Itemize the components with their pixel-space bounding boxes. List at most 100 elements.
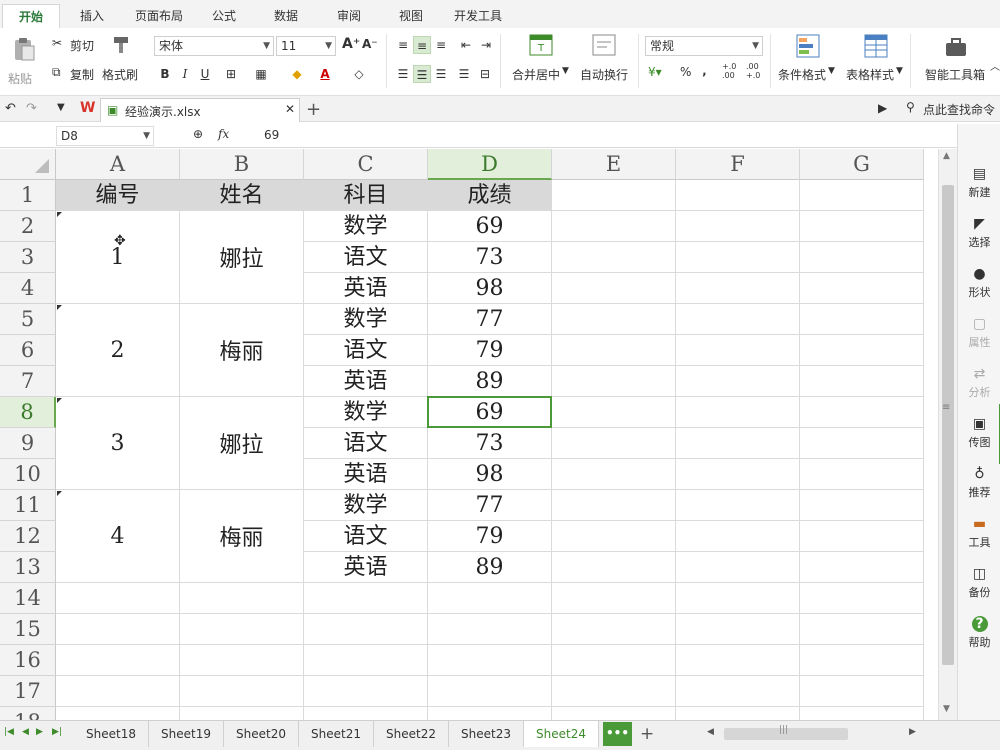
merged-name-cell[interactable]: 娜拉: [180, 397, 304, 490]
grid-cell[interactable]: [800, 676, 924, 707]
row-header-5[interactable]: 5: [0, 304, 56, 335]
merge-center-icon[interactable]: T: [529, 34, 553, 56]
panel-item-9[interactable]: ? 帮助: [958, 616, 1000, 650]
scroll-right-icon[interactable]: ▶: [909, 727, 916, 737]
grid-cell[interactable]: [800, 521, 924, 552]
row-header-9[interactable]: 9: [0, 428, 56, 459]
row-header-7[interactable]: 7: [0, 366, 56, 397]
grid-cell[interactable]: [552, 242, 676, 273]
sheet-tab-sheet24[interactable]: Sheet24: [524, 721, 599, 747]
merged-id-cell[interactable]: 4: [56, 490, 180, 583]
grid-cell[interactable]: [800, 459, 924, 490]
align-right-icon[interactable]: ☰: [432, 65, 450, 83]
grid-cell[interactable]: [552, 273, 676, 304]
merged-name-cell[interactable]: 梅丽: [180, 490, 304, 583]
font-size-select[interactable]: 11 ▼: [276, 36, 336, 56]
grid-cell[interactable]: [800, 428, 924, 459]
grid-cell[interactable]: [676, 273, 800, 304]
document-tab[interactable]: ▣ 经验演示.xlsx ✕: [100, 98, 300, 122]
grid-cell[interactable]: [552, 490, 676, 521]
grid-cell[interactable]: [56, 676, 180, 707]
conditional-format-icon[interactable]: [796, 34, 820, 58]
merged-name-cell[interactable]: 梅丽: [180, 304, 304, 397]
grid-cell[interactable]: [180, 614, 304, 645]
grid-cell[interactable]: [552, 366, 676, 397]
wrap-text-button[interactable]: 自动换行: [580, 66, 628, 83]
font-color-icon[interactable]: A: [316, 65, 334, 83]
merged-id-cell[interactable]: 2: [56, 304, 180, 397]
grid-cell[interactable]: [552, 583, 676, 614]
row-header-18[interactable]: 18: [0, 707, 56, 720]
grid-cell[interactable]: [676, 180, 800, 211]
align-center-icon[interactable]: ☰: [413, 65, 431, 83]
grid-cell[interactable]: [552, 645, 676, 676]
grid-cell[interactable]: [552, 521, 676, 552]
grid-cell[interactable]: [552, 180, 676, 211]
grid-cell[interactable]: [552, 428, 676, 459]
grid-cell[interactable]: [56, 707, 180, 720]
grid-cell[interactable]: [800, 180, 924, 211]
function-button[interactable]: fx: [218, 127, 229, 141]
font-name-select[interactable]: 宋体 ▼: [154, 36, 274, 56]
grid-cell[interactable]: [676, 304, 800, 335]
grid-cell[interactable]: [56, 583, 180, 614]
panel-item-1[interactable]: ◤ 选择: [958, 216, 1000, 250]
chevron-down-icon[interactable]: ▼: [562, 66, 569, 76]
fill-color-icon[interactable]: ◆: [288, 65, 306, 83]
scissors-icon[interactable]: ✂: [52, 36, 62, 50]
sheet-tab-sheet20[interactable]: Sheet20: [224, 721, 299, 747]
vertical-scrollbar[interactable]: ▲ ≡ ▼: [938, 149, 957, 720]
table-style-button[interactable]: 表格样式: [846, 66, 894, 83]
grid-cell[interactable]: [800, 707, 924, 720]
last-sheet-icon[interactable]: ▶|: [52, 727, 62, 737]
grid-cell[interactable]: [800, 583, 924, 614]
subject-cell[interactable]: 英语: [304, 552, 428, 583]
align-middle-icon[interactable]: ≡: [413, 36, 431, 54]
grid-cell[interactable]: [676, 335, 800, 366]
toolbox-icon[interactable]: [944, 36, 968, 58]
sheet-tab-sheet21[interactable]: Sheet21: [299, 721, 374, 747]
grid-cell[interactable]: [552, 304, 676, 335]
score-cell[interactable]: 77: [428, 490, 552, 521]
decrease-decimal-button[interactable]: .00 +.0: [746, 62, 762, 80]
grid-cell[interactable]: [304, 645, 428, 676]
grid-cell[interactable]: [428, 676, 552, 707]
grid-cell[interactable]: [552, 459, 676, 490]
score-cell[interactable]: 89: [428, 366, 552, 397]
column-header-f[interactable]: F: [676, 149, 800, 180]
row-header-2[interactable]: 2: [0, 211, 56, 242]
grid-cell[interactable]: [676, 490, 800, 521]
grid-cell[interactable]: [676, 397, 800, 428]
subject-cell[interactable]: 数学: [304, 490, 428, 521]
grid-cell[interactable]: [800, 490, 924, 521]
decrease-font-icon[interactable]: A⁻: [362, 37, 378, 51]
chevron-down-icon[interactable]: ▼: [896, 66, 903, 76]
row-header-17[interactable]: 17: [0, 676, 56, 707]
row-header-1[interactable]: 1: [0, 180, 56, 211]
more-sheets-button[interactable]: •••: [603, 722, 632, 746]
sheet-tab-sheet22[interactable]: Sheet22: [374, 721, 449, 747]
close-icon[interactable]: ✕: [285, 102, 295, 116]
grid-cell[interactable]: [552, 707, 676, 720]
grid-cell[interactable]: [800, 211, 924, 242]
indent-increase-icon[interactable]: ⇥: [477, 36, 495, 54]
grid-cell[interactable]: [676, 707, 800, 720]
add-sheet-icon[interactable]: +: [640, 724, 654, 744]
scroll-up-icon[interactable]: ▲: [943, 151, 950, 161]
row-header-6[interactable]: 6: [0, 335, 56, 366]
bold-button[interactable]: B: [156, 65, 174, 83]
align-left-icon[interactable]: ☰: [394, 65, 412, 83]
column-header-b[interactable]: B: [180, 149, 304, 180]
column-header-g[interactable]: G: [800, 149, 924, 180]
tab-home[interactable]: 开始: [2, 4, 60, 28]
grid-cell[interactable]: [180, 707, 304, 720]
smart-toolbox-button[interactable]: 智能工具箱: [925, 66, 985, 83]
active-cell-outline[interactable]: [427, 396, 552, 428]
grid-cell[interactable]: [552, 211, 676, 242]
sheet-tab-sheet23[interactable]: Sheet23: [449, 721, 524, 747]
format-painter-icon[interactable]: [110, 34, 132, 56]
wrap-text-icon[interactable]: [592, 34, 616, 56]
grid-cell[interactable]: [800, 273, 924, 304]
grid-cell[interactable]: [800, 366, 924, 397]
tab-page-layout[interactable]: 页面布局: [126, 4, 192, 28]
